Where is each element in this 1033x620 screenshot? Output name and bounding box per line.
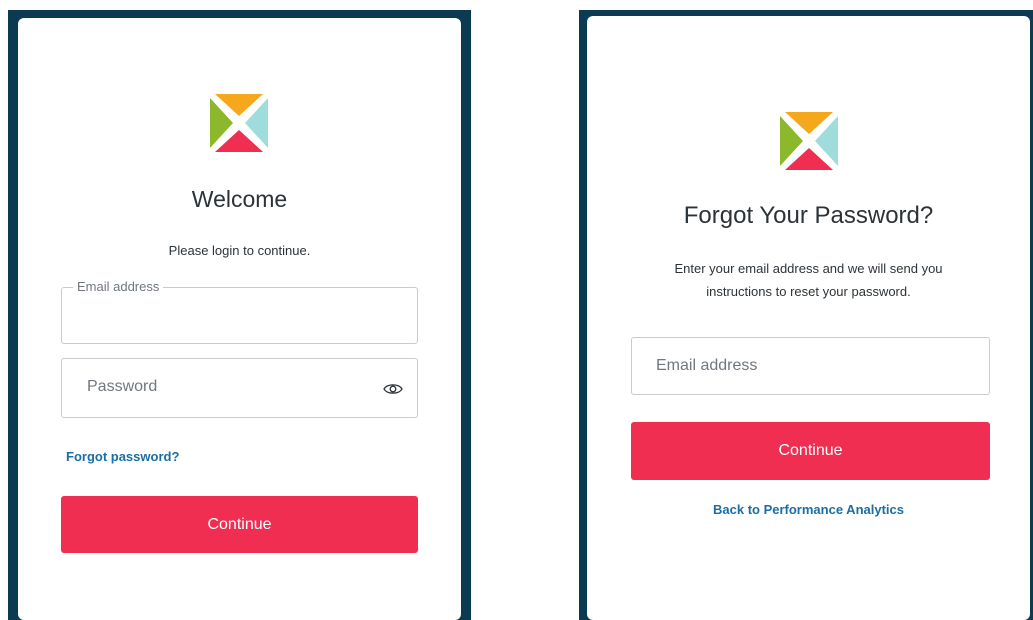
forgot-panel-frame: Forgot Your Password? Enter your email a… — [579, 10, 1033, 620]
page-title: Forgot Your Password? — [683, 202, 934, 229]
forgot-password-card: Forgot Your Password? Enter your email a… — [587, 16, 1030, 620]
brand-logo — [210, 94, 268, 152]
login-card: Welcome Please login to continue. Email … — [18, 18, 461, 620]
eye-icon[interactable] — [383, 382, 403, 396]
page-title: Welcome — [191, 186, 288, 212]
email-field[interactable]: Email address — [631, 337, 990, 395]
email-field[interactable]: Email address — [61, 279, 418, 344]
continue-button[interactable]: Continue — [631, 422, 990, 480]
brand-logo — [780, 112, 838, 170]
back-to-app-link[interactable]: Back to Performance Analytics — [587, 502, 1030, 517]
password-placeholder: Password — [87, 378, 158, 395]
forgot-instructions-line2: instructions to reset your password. — [706, 284, 911, 299]
login-panel-frame: Welcome Please login to continue. Email … — [8, 10, 471, 620]
login-instructions: Please login to continue. — [168, 243, 311, 258]
password-field[interactable]: Password — [61, 358, 418, 418]
email-placeholder: Email address — [656, 357, 758, 374]
email-field-label: Email address — [73, 279, 164, 295]
forgot-instructions-line1: Enter your email address and we will sen… — [674, 261, 943, 276]
forgot-password-link[interactable]: Forgot password? — [66, 449, 179, 464]
continue-button[interactable]: Continue — [61, 496, 418, 553]
